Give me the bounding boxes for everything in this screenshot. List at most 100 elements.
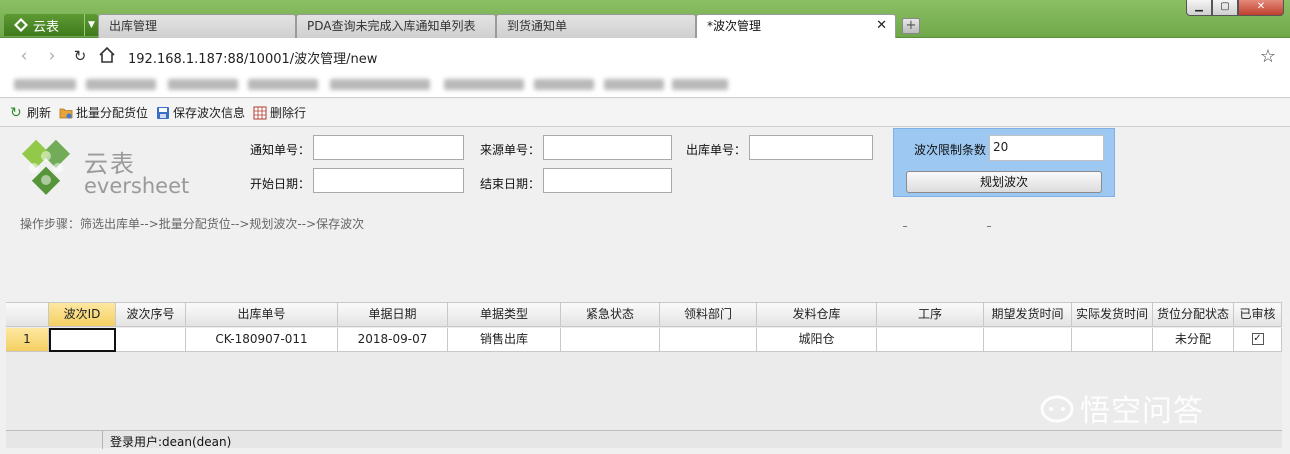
cell-expected-ship[interactable] (984, 328, 1072, 352)
blurred-bookmark[interactable] (444, 79, 524, 90)
app-menu-button[interactable]: 云表 ▼ (4, 14, 98, 36)
refresh-button[interactable]: ↻ 刷新 (10, 104, 51, 121)
cell-location-status[interactable]: 未分配 (1153, 328, 1234, 352)
column-header[interactable]: 货位分配状态 (1153, 303, 1234, 327)
close-icon[interactable]: ✕ (876, 15, 887, 37)
end-date-label: 结束日期： (480, 177, 541, 191)
cell-approved[interactable]: ✓ (1234, 328, 1282, 352)
watermark-icon (1040, 395, 1074, 423)
source-no-input[interactable] (543, 135, 672, 160)
maximize-button[interactable]: ▢ (1212, 0, 1238, 16)
divider (987, 226, 991, 227)
approved-checkbox[interactable]: ✓ (1251, 332, 1264, 345)
brand-en: eversheet (84, 174, 190, 198)
plan-wave-button[interactable]: 规划波次 (906, 171, 1102, 193)
cell-wave-id[interactable] (49, 328, 116, 352)
table-row[interactable]: 1 CK-180907-011 2018-09-07 销售出库 城阳仓 未分配 … (6, 328, 1282, 352)
column-header[interactable]: 已审核 (1234, 303, 1282, 327)
vertical-scrollbar[interactable] (1282, 128, 1290, 448)
table-delete-icon (253, 106, 267, 119)
bookmark-star-icon[interactable]: ☆ (1260, 46, 1276, 67)
outbound-no-label: 出库单号： (686, 143, 747, 157)
cell-actual-ship[interactable] (1072, 328, 1153, 352)
batch-assign-label: 批量分配货位 (76, 106, 149, 120)
batch-assign-button[interactable]: 批量分配货位 (59, 104, 148, 121)
cell-department[interactable] (660, 328, 757, 352)
blurred-bookmark[interactable] (168, 79, 238, 90)
column-header[interactable]: 波次序号 (116, 303, 186, 327)
refresh-label: 刷新 (27, 106, 52, 120)
tab-label: 出库管理 (109, 19, 158, 33)
column-header[interactable]: 单据类型 (448, 303, 561, 327)
cell-warehouse[interactable]: 城阳仓 (757, 328, 877, 352)
forward-icon[interactable]: › (42, 46, 62, 66)
blurred-bookmark[interactable] (534, 79, 594, 90)
tab-pda-query[interactable]: PDA查询未完成入库通知单列表 (296, 14, 496, 38)
back-icon[interactable]: ‹ (14, 46, 34, 66)
column-header[interactable]: 发料仓库 (757, 303, 877, 327)
operation-steps: 操作步骤：筛选出库单-->批量分配货位-->规划波次-->保存波次 (20, 217, 365, 231)
grid-header-row: 波次ID 波次序号 出库单号 单据日期 单据类型 紧急状态 领料部门 发料仓库 … (6, 303, 1282, 327)
tab-wave-mgmt[interactable]: *波次管理 ✕ (696, 14, 896, 39)
tab-arrival-notice[interactable]: 到货通知单 (496, 14, 696, 38)
column-header[interactable]: 出库单号 (186, 303, 338, 327)
column-header[interactable]: 波次ID (49, 303, 116, 327)
divider (903, 226, 907, 227)
end-date-input[interactable] (543, 168, 672, 193)
blurred-bookmark[interactable] (14, 79, 76, 90)
title-bar: 云表 ▼ 出库管理 PDA查询未完成入库通知单列表 到货通知单 *波次管理 ✕ … (0, 0, 1290, 39)
row-number[interactable]: 1 (6, 328, 49, 352)
blurred-bookmark[interactable] (248, 79, 318, 90)
cell-wave-seq[interactable] (116, 328, 186, 352)
notice-no-input[interactable] (313, 135, 464, 160)
delete-row-label: 删除行 (270, 106, 307, 120)
reload-icon[interactable]: ↻ (70, 46, 90, 66)
cell-urgency[interactable] (561, 328, 660, 352)
blurred-bookmark[interactable] (330, 79, 430, 90)
save-wave-button[interactable]: 保存波次信息 (156, 104, 245, 121)
status-separator (102, 431, 103, 449)
column-header[interactable]: 期望发货时间 (984, 303, 1072, 327)
column-header[interactable]: 紧急状态 (561, 303, 660, 327)
cell-outbound-no[interactable]: CK-180907-011 (186, 328, 338, 352)
source-no-label: 来源单号： (480, 143, 541, 157)
watermark-text: 悟空问答 (1080, 394, 1204, 429)
tab-outbound-mgmt[interactable]: 出库管理 (98, 14, 296, 38)
wave-limit-input[interactable]: 20 (989, 135, 1104, 161)
window-close-button[interactable]: ✕ (1238, 0, 1284, 16)
new-tab-button[interactable]: + (902, 18, 920, 34)
column-header[interactable]: 领料部门 (660, 303, 757, 327)
home-icon[interactable] (97, 46, 117, 66)
save-wave-label: 保存波次信息 (173, 106, 246, 120)
blurred-bookmark[interactable] (672, 79, 728, 90)
tab-label: PDA查询未完成入库通知单列表 (307, 19, 476, 33)
blurred-bookmark[interactable] (604, 79, 664, 90)
column-header[interactable]: 工序 (877, 303, 984, 327)
column-header[interactable]: 单据日期 (338, 303, 448, 327)
wave-limit-panel: 波次限制条数 20 规划波次 (893, 128, 1115, 197)
blurred-bookmark[interactable] (86, 79, 156, 90)
app-logo-icon (14, 18, 28, 32)
address-bar: ‹ › ↻ 192.168.1.187:88/10001/波次管理/new ☆ (0, 38, 1290, 74)
bookmarks-bar (0, 74, 1290, 98)
cell-process[interactable] (877, 328, 984, 352)
logo-diamond-icon (21, 139, 71, 195)
url-field[interactable]: 192.168.1.187:88/10001/波次管理/new (128, 48, 377, 67)
start-date-input[interactable] (313, 168, 464, 193)
window-controls: ▁ ▢ ✕ (1186, 0, 1284, 16)
column-header[interactable]: 实际发货时间 (1072, 303, 1153, 327)
login-user: 登录用户:dean(dean) (110, 435, 232, 449)
app-name: 云表 (33, 19, 60, 35)
delete-row-button[interactable]: 删除行 (253, 104, 306, 121)
outbound-no-input[interactable] (749, 135, 873, 160)
chevron-down-icon[interactable]: ▼ (84, 14, 98, 36)
tab-label: *波次管理 (707, 19, 762, 33)
folder-icon (59, 108, 73, 118)
minimize-button[interactable]: ▁ (1186, 0, 1212, 16)
toolbar: ↻ 刷新 批量分配货位 保存波次信息 删除行 (0, 99, 1290, 127)
save-icon (157, 106, 170, 119)
corner-cell[interactable] (6, 303, 49, 327)
cell-doc-type[interactable]: 销售出库 (448, 328, 561, 352)
wave-limit-label: 波次限制条数 (914, 143, 987, 157)
cell-doc-date[interactable]: 2018-09-07 (338, 328, 448, 352)
